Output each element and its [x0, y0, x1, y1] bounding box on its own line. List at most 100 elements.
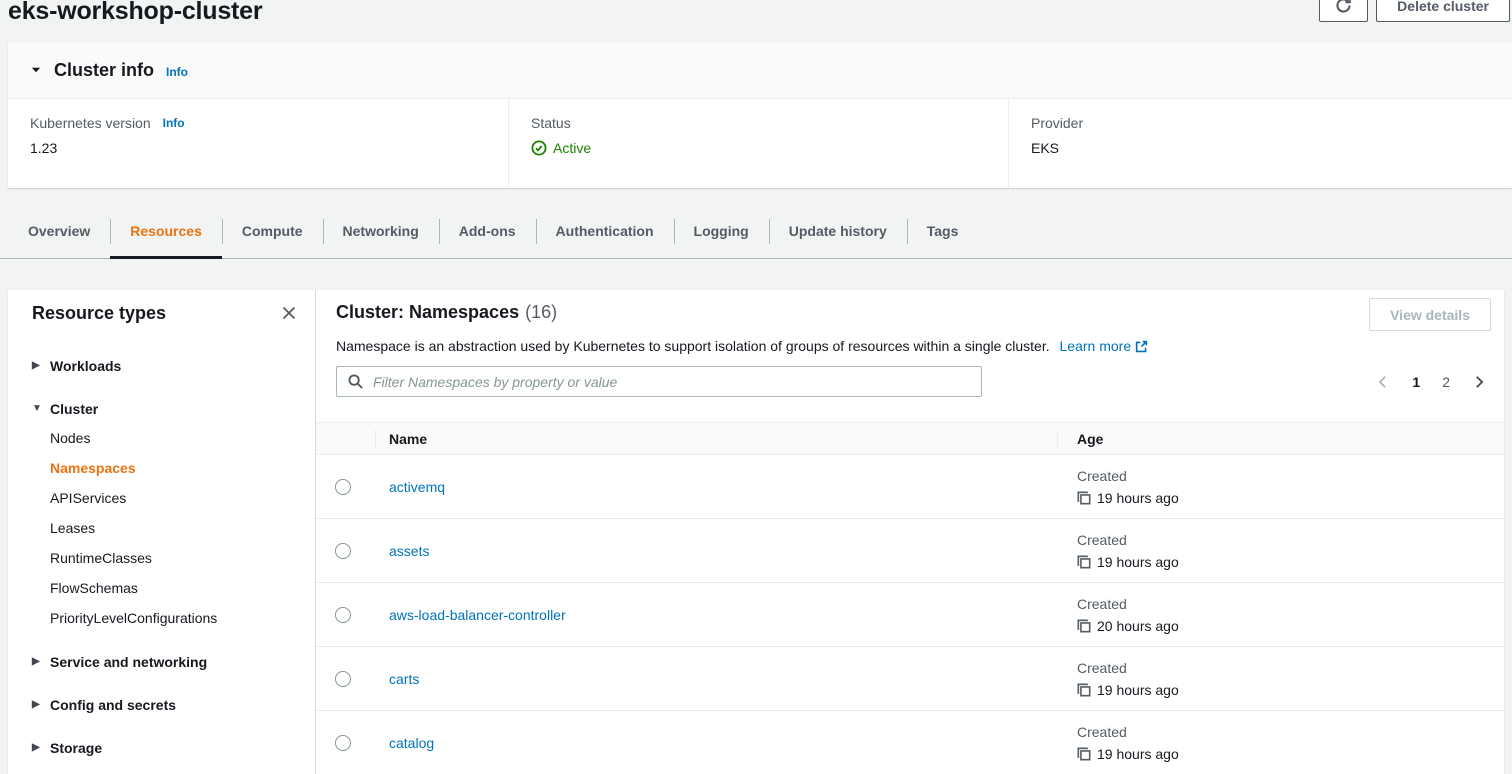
tree-item-namespaces[interactable]: Namespaces	[8, 460, 315, 477]
search-icon	[348, 374, 363, 389]
row-radio-assets[interactable]	[335, 543, 351, 559]
table-row-carts: cartsCreated19 hours ago	[316, 647, 1504, 711]
tab-resources[interactable]: Resources	[110, 204, 222, 258]
namespace-link-activemq[interactable]: activemq	[389, 479, 445, 495]
age-value: 20 hours ago	[1097, 618, 1179, 634]
provider-label: Provider	[1031, 115, 1512, 131]
namespaces-count: (16)	[525, 302, 557, 322]
tree-section-label: Config and secrets	[50, 697, 176, 713]
tab-add-ons[interactable]: Add-ons	[439, 204, 536, 258]
row-radio-catalog[interactable]	[335, 735, 351, 751]
check-circle-icon	[531, 140, 547, 156]
kubernetes-version-field: Kubernetes version Info 1.23	[8, 99, 508, 187]
tree-item-apiservices[interactable]: APIServices	[8, 490, 315, 507]
kubernetes-version-info-link[interactable]: Info	[163, 116, 185, 130]
created-label: Created	[1077, 596, 1127, 612]
tree-section-config-and-secrets[interactable]: ▶Config and secrets	[8, 696, 315, 713]
table-row-activemq: activemq Created 19 hours ago	[316, 455, 1504, 519]
kubernetes-version-value: 1.23	[30, 140, 508, 156]
refresh-button[interactable]	[1319, 0, 1368, 22]
column-header-age[interactable]: Age	[1057, 423, 1504, 454]
age-value: 19 hours ago	[1097, 490, 1179, 506]
cluster-info-card: Cluster info Info Kubernetes version Inf…	[8, 42, 1512, 188]
tab-compute[interactable]: Compute	[222, 204, 323, 258]
previous-page-icon[interactable]	[1370, 369, 1396, 395]
resource-types-panel: Resource types ▶Workloads▼ClusterNodesNa…	[8, 290, 316, 774]
namespaces-description-text: Namespace is an abstraction used by Kube…	[336, 338, 1050, 354]
table-row-assets: assets Created 19 hours ago	[316, 519, 1504, 583]
cluster-info-title: Cluster info	[54, 60, 154, 81]
copy-icon[interactable]	[1077, 747, 1091, 761]
pagination: 12	[1370, 369, 1492, 395]
page-number-2[interactable]: 2	[1436, 372, 1456, 392]
delete-cluster-button[interactable]: Delete cluster	[1376, 0, 1510, 22]
filter-namespaces-input[interactable]	[336, 366, 982, 397]
page-number-1[interactable]: 1	[1406, 372, 1426, 392]
age-value: 19 hours ago	[1097, 554, 1179, 570]
namespaces-description: Namespace is an abstraction used by Kube…	[336, 338, 1484, 354]
view-details-button[interactable]: View details	[1369, 298, 1491, 331]
namespaces-title: Cluster: Namespaces (16)	[336, 302, 557, 323]
resources-content-card: Resource types ▶Workloads▼ClusterNodesNa…	[8, 290, 1504, 774]
tab-authentication[interactable]: Authentication	[536, 204, 674, 258]
cluster-info-header[interactable]: Cluster info Info	[8, 42, 1512, 99]
external-link-icon	[1135, 340, 1148, 353]
close-icon[interactable]	[281, 305, 297, 321]
learn-more-label: Learn more	[1060, 338, 1132, 354]
provider-field: Provider EKS	[1008, 99, 1512, 187]
tab-logging[interactable]: Logging	[674, 204, 769, 258]
tab-networking[interactable]: Networking	[323, 204, 439, 258]
kubernetes-version-label: Kubernetes version	[30, 115, 151, 131]
copy-icon[interactable]	[1077, 619, 1091, 633]
copy-icon[interactable]	[1077, 555, 1091, 569]
tree-item-prioritylevelconfigurations[interactable]: PriorityLevelConfigurations	[8, 610, 315, 627]
tree-section-cluster[interactable]: ▼ Cluster	[8, 400, 315, 417]
tab-overview[interactable]: Overview	[8, 204, 110, 258]
namespace-link-assets[interactable]: assets	[389, 543, 429, 559]
age-value: 19 hours ago	[1097, 746, 1179, 762]
tabs: OverviewResourcesComputeNetworkingAdd-on…	[0, 204, 1512, 259]
namespace-link-aws-load-balancer-controller[interactable]: aws-load-balancer-controller	[389, 607, 566, 623]
tree-section-service-and-networking[interactable]: ▶ Service and networking	[8, 653, 315, 670]
row-radio-activemq[interactable]	[335, 479, 351, 495]
namespaces-table-body: activemq Created 19 hours ago assets Created…	[316, 455, 1504, 774]
caret-right-icon: ▶	[32, 360, 42, 371]
learn-more-link[interactable]: Learn more	[1060, 338, 1149, 354]
column-header-name[interactable]: Name	[375, 423, 1057, 454]
namespace-link-catalog[interactable]: catalog	[389, 735, 434, 751]
provider-value: EKS	[1031, 140, 1512, 156]
tree-section-workloads[interactable]: ▶ Workloads	[8, 357, 315, 374]
tree-item-flowschemas[interactable]: FlowSchemas	[8, 580, 315, 597]
tree-section-storage[interactable]: ▶Storage	[8, 739, 315, 756]
caret-right-icon: ▶	[32, 656, 42, 667]
next-page-icon[interactable]	[1466, 369, 1492, 395]
caret-down-icon	[30, 64, 42, 76]
page-title: eks-workshop-cluster	[8, 0, 262, 26]
tree-item-nodes[interactable]: Nodes	[8, 430, 315, 447]
tab-update-history[interactable]: Update history	[769, 204, 907, 258]
tree-section-label: Service and networking	[50, 654, 207, 670]
row-radio-aws-load-balancer-controller[interactable]	[335, 607, 351, 623]
copy-icon[interactable]	[1077, 683, 1091, 697]
namespaces-title-text: Cluster: Namespaces	[336, 302, 519, 322]
created-label: Created	[1077, 468, 1127, 484]
tree-item-runtimeclasses[interactable]: RuntimeClasses	[8, 550, 315, 567]
caret-down-icon: ▼	[32, 403, 42, 414]
cluster-info-body: Kubernetes version Info 1.23 Status Acti…	[8, 99, 1512, 187]
copy-icon[interactable]	[1077, 491, 1091, 505]
tab-tags[interactable]: Tags	[907, 204, 979, 258]
cluster-info-info-link[interactable]: Info	[166, 65, 188, 79]
header-actions: Delete cluster	[1319, 0, 1510, 22]
namespace-link-carts[interactable]: carts	[389, 671, 419, 687]
caret-right-icon: ▶	[32, 742, 42, 753]
namespaces-table: Name Age activemqCreated19 hours agoasse…	[316, 422, 1504, 774]
status-field: Status Active	[508, 99, 1008, 187]
table-row-aws-load-balancer-controller: aws-load-balancer-controller Created 20 ho…	[316, 583, 1504, 647]
tree-section-label: Workloads	[50, 358, 121, 374]
tree-section-label: Cluster	[50, 401, 98, 417]
status-badge: Active	[553, 140, 591, 156]
created-label: Created	[1077, 532, 1127, 548]
row-radio-carts[interactable]	[335, 671, 351, 687]
tree-item-leases[interactable]: Leases	[8, 520, 315, 537]
age-value: 19 hours ago	[1097, 682, 1179, 698]
